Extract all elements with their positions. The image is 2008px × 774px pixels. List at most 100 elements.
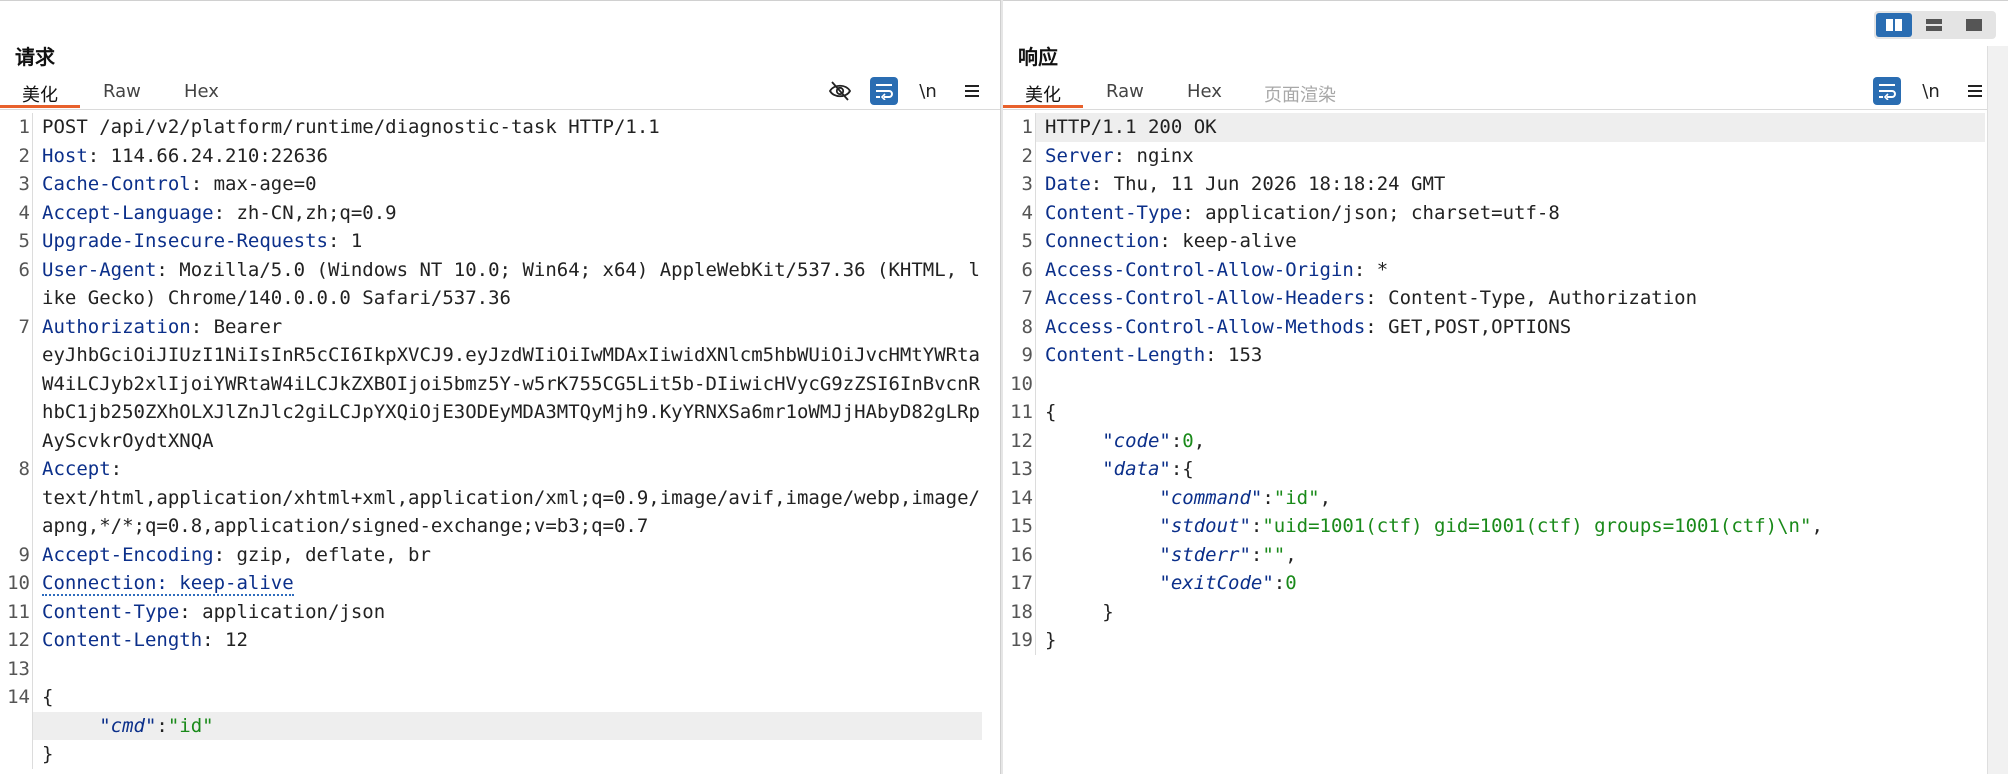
code-line[interactable]: 3 Date: Thu, 11 Jun 2026 18:18:24 GMT bbox=[1003, 170, 2008, 199]
code-line[interactable]: 13 "data":{ bbox=[1003, 455, 2008, 484]
code-line[interactable]: 10 bbox=[1003, 369, 2008, 398]
line-number bbox=[0, 712, 32, 741]
line-number: 3 bbox=[18, 173, 30, 195]
eye-slash-icon[interactable] bbox=[826, 77, 854, 105]
newline-icon[interactable]: \n bbox=[914, 77, 942, 105]
tab-hex[interactable]: Hex bbox=[1187, 79, 1222, 104]
line-number: 10 bbox=[1010, 372, 1033, 395]
line-number: 12 bbox=[7, 629, 30, 651]
line-number: 19 bbox=[1010, 629, 1033, 651]
token: Authorization bbox=[42, 315, 191, 338]
code-line[interactable]: 7 Authorization: Bearer eyJhbGciOiJIUzI1N… bbox=[0, 312, 1000, 455]
code-line[interactable]: 11 { bbox=[1003, 398, 2008, 427]
code-line[interactable]: 10 Connection: keep-alive bbox=[0, 569, 1000, 598]
code-line[interactable]: "cmd":"id" bbox=[0, 711, 1000, 741]
code-line[interactable]: 3 Cache-Control: max-age=0 bbox=[0, 170, 1000, 199]
line-text: User-Agent: Mozilla/5.0 (Windows NT 10.0… bbox=[33, 256, 982, 313]
line-text: "code":0, bbox=[1036, 427, 1985, 456]
line-number: 18 bbox=[1010, 600, 1033, 623]
response-editor[interactable]: 1 HTTP/1.1 200 OK 2 Server: nginx 3 Date: Thu… bbox=[1003, 113, 2008, 655]
line-number: 11 bbox=[1010, 401, 1033, 423]
split-columns-icon[interactable] bbox=[1876, 13, 1912, 37]
token: Content-Length bbox=[1045, 344, 1206, 366]
line-number: 3 bbox=[1021, 173, 1033, 195]
token: Connection: keep-alive bbox=[42, 572, 294, 596]
code-line[interactable]: 5 Connection: keep-alive bbox=[1003, 227, 2008, 256]
single-panel-icon[interactable] bbox=[1956, 13, 1992, 37]
line-text: Date: Thu, 11 Jun 2026 18:18:24 GMT bbox=[1036, 170, 1985, 199]
code-line[interactable]: 6 User-Agent: Mozilla/5.0 (Windows NT 10.… bbox=[0, 255, 1000, 313]
token: Accept-Encoding bbox=[42, 543, 214, 566]
code-line[interactable]: 14 { bbox=[0, 683, 1000, 712]
code-line[interactable]: 7 Access-Control-Allow-Headers: Content-T… bbox=[1003, 284, 2008, 313]
line-text: { bbox=[33, 683, 982, 712]
request-editor[interactable]: 1 POST /api/v2/platform/runtime/diagnosti… bbox=[0, 113, 1000, 769]
code-line[interactable]: 9 Accept-Encoding: gzip, deflate, br bbox=[0, 540, 1000, 569]
code-line[interactable]: 4 Content-Type: application/json; charset… bbox=[1003, 198, 2008, 228]
split-rows-icon[interactable] bbox=[1916, 13, 1952, 37]
tab-render[interactable]: 页面渲染 bbox=[1264, 79, 1336, 109]
line-text: Access-Control-Allow-Headers: Content-Ty… bbox=[1036, 284, 1985, 313]
token: "id" bbox=[1273, 486, 1320, 509]
code-line[interactable]: 1 POST /api/v2/platform/runtime/diagnosti… bbox=[0, 113, 1000, 142]
token: "stderr" bbox=[1159, 543, 1251, 566]
menu-icon[interactable] bbox=[1961, 77, 1989, 105]
token: } bbox=[1045, 600, 1114, 623]
line-number: 11 bbox=[7, 600, 30, 623]
wrap-icon[interactable] bbox=[870, 77, 898, 105]
line-number: 13 bbox=[7, 657, 30, 680]
token: : bbox=[1273, 572, 1286, 594]
code-line[interactable]: 18 } bbox=[1003, 597, 2008, 626]
token: : max-age=0 bbox=[190, 173, 317, 195]
code-line[interactable]: 19} bbox=[1003, 626, 2008, 655]
code-line[interactable]: } bbox=[0, 740, 1000, 769]
code-line[interactable]: 17 "exitCode":0 bbox=[1003, 569, 2008, 598]
token: { bbox=[42, 686, 54, 708]
code-line[interactable]: 4 Accept-Language: zh-CN,zh;q=0.9 bbox=[0, 198, 1000, 227]
code-line[interactable]: 1 HTTP/1.1 200 OK bbox=[1003, 113, 2008, 142]
token: "exitCode" bbox=[1159, 572, 1274, 594]
code-line[interactable]: 9 Content-Length: 153 bbox=[1003, 341, 2008, 370]
line-number: 8 bbox=[1021, 315, 1033, 338]
code-line[interactable]: 12 "code":0, bbox=[1003, 426, 2008, 456]
tab-raw[interactable]: Raw bbox=[1106, 79, 1144, 104]
token: , bbox=[1811, 515, 1823, 537]
code-line[interactable]: 6 Access-Control-Allow-Origin: * bbox=[1003, 255, 2008, 285]
line-number: 9 bbox=[18, 543, 30, 566]
token: "id" bbox=[167, 714, 214, 737]
token: } bbox=[42, 743, 54, 765]
tab-raw[interactable]: Raw bbox=[103, 79, 141, 104]
active-tab-indicator bbox=[1003, 105, 1083, 108]
code-line[interactable]: 15 "stdout":"uid=1001(ctf) gid=1001(ctf)… bbox=[1003, 512, 2008, 541]
code-line[interactable]: 11 Content-Type: application/json bbox=[0, 597, 1000, 626]
code-line[interactable]: 2 Server: nginx bbox=[1003, 141, 2008, 170]
token: "command" bbox=[1159, 486, 1263, 509]
line-number: 16 bbox=[1010, 543, 1033, 566]
response-scrollbar[interactable] bbox=[1987, 46, 2008, 774]
wrap-icon[interactable] bbox=[1873, 77, 1901, 105]
token: : bbox=[1250, 515, 1263, 537]
token: Accept bbox=[42, 458, 111, 480]
code-line[interactable]: 2 Host: 114.66.24.210:22636 bbox=[0, 141, 1000, 170]
code-line[interactable]: 14 "command":"id", bbox=[1003, 483, 2008, 512]
token: "cmd" bbox=[99, 714, 157, 737]
code-line[interactable]: 5 Upgrade-Insecure-Requests: 1 bbox=[0, 227, 1000, 256]
line-text: Access-Control-Allow-Origin: * bbox=[1036, 256, 1985, 285]
token: , bbox=[1285, 543, 1297, 566]
line-number: 7 bbox=[18, 315, 30, 338]
line-number: 7 bbox=[1021, 287, 1033, 309]
layout-switch bbox=[1874, 11, 1996, 39]
code-line[interactable]: 12 Content-Length: 12 bbox=[0, 626, 1000, 655]
line-text: Content-Length: 153 bbox=[1036, 341, 1985, 370]
token: : text/html,application/xhtml+xml,applic… bbox=[42, 458, 980, 537]
code-line[interactable]: 8 Access-Control-Allow-Methods: GET,POST,… bbox=[1003, 312, 2008, 341]
menu-icon[interactable] bbox=[958, 77, 986, 105]
token: : GET,POST,OPTIONS bbox=[1365, 315, 1572, 338]
code-line[interactable]: 13 bbox=[0, 654, 1000, 683]
code-line[interactable]: 16 "stderr":"", bbox=[1003, 540, 2008, 569]
newline-icon[interactable]: \n bbox=[1917, 77, 1945, 105]
line-text: Content-Type: application/json; charset=… bbox=[1036, 199, 1985, 228]
code-line[interactable]: 8 Accept: text/html,application/xhtml+xml… bbox=[0, 455, 1000, 541]
tab-hex[interactable]: Hex bbox=[184, 79, 219, 104]
